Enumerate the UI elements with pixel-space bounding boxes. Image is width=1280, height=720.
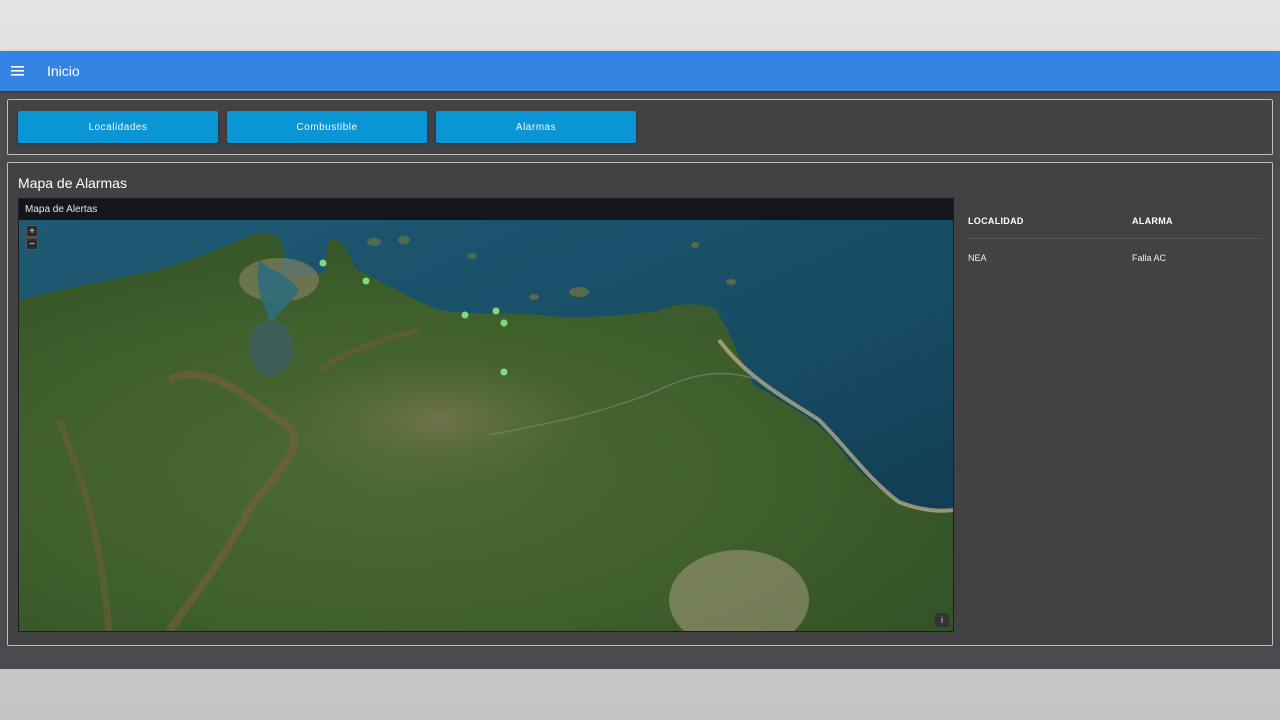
localidades-button[interactable]: Localidades xyxy=(18,111,218,143)
page-title: Inicio xyxy=(47,63,80,79)
alarmas-button[interactable]: Alarmas xyxy=(436,111,636,143)
card-title: Mapa de Alarmas xyxy=(18,175,127,191)
alarm-table: LOCALIDAD ALARMA NEA Falla AC xyxy=(966,203,1262,277)
map-header: Mapa de Alertas xyxy=(19,199,953,220)
map-info-button[interactable]: i xyxy=(935,613,949,627)
map-terrain xyxy=(19,220,953,631)
alert-marker xyxy=(319,259,327,267)
navigation-card: Localidades Combustible Alarmas xyxy=(7,99,1273,155)
map-frame: Mapa de Alertas + − i xyxy=(18,198,954,632)
app-bar: Inicio xyxy=(0,51,1280,91)
alert-marker xyxy=(500,368,508,376)
alert-marker xyxy=(362,277,370,285)
menu-icon[interactable] xyxy=(0,51,36,91)
alarm-map-card: Mapa de Alarmas Mapa de Alertas + − i LO… xyxy=(7,162,1273,646)
cell-localidad: NEA xyxy=(968,253,987,263)
app-container: Inicio Localidades Combustible Alarmas M… xyxy=(0,51,1280,669)
alert-marker xyxy=(492,307,500,315)
table-header-row: LOCALIDAD ALARMA xyxy=(966,203,1262,239)
zoom-out-button[interactable]: − xyxy=(26,238,38,250)
cell-alarma: Falla AC xyxy=(1132,253,1167,263)
zoom-in-button[interactable]: + xyxy=(26,225,38,237)
alert-marker xyxy=(500,319,508,327)
table-row[interactable]: NEA Falla AC xyxy=(966,239,1262,277)
column-header-localidad[interactable]: LOCALIDAD xyxy=(966,216,1132,226)
column-header-alarma[interactable]: ALARMA xyxy=(1132,216,1262,226)
alert-marker xyxy=(461,311,469,319)
satellite-map[interactable]: + − i xyxy=(19,220,953,631)
combustible-button[interactable]: Combustible xyxy=(227,111,427,143)
